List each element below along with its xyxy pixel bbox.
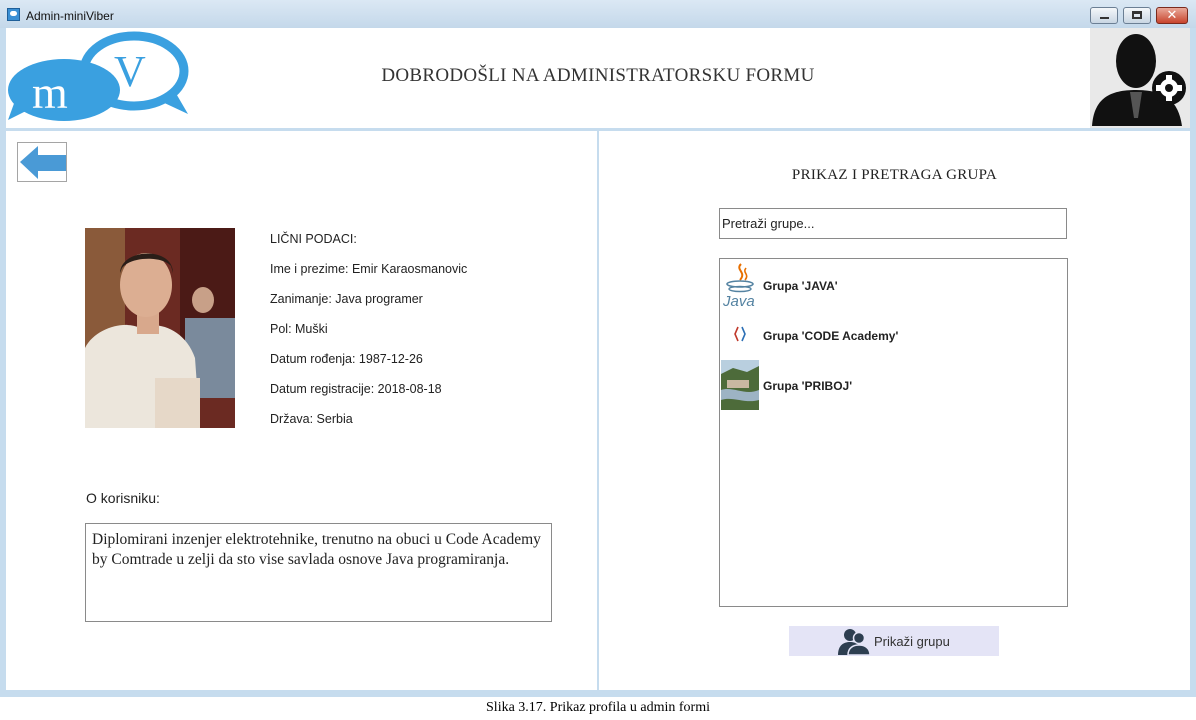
group-label: Grupa 'CODE Academy' xyxy=(763,329,899,343)
show-group-button[interactable]: Prikaži grupu xyxy=(789,626,999,656)
country-field: Država: Serbia xyxy=(270,412,353,426)
window-title: Admin-miniViber xyxy=(26,9,114,23)
admin-avatar xyxy=(1090,28,1190,128)
groups-panel: PRIKAZ I PRETRAGA GRUPA Java Grupa 'JAVA… xyxy=(599,131,1190,690)
svg-text:Java: Java xyxy=(722,293,755,310)
close-icon: ✕ xyxy=(1166,8,1178,23)
group-label: Grupa 'JAVA' xyxy=(763,279,838,293)
figure-caption: Slika 3.17. Prikaz profila u admin formi xyxy=(486,700,710,715)
minimize-button[interactable] xyxy=(1090,7,1118,24)
arrow-left-icon xyxy=(20,146,66,179)
group-item-code-academy[interactable]: Grupa 'CODE Academy' xyxy=(721,310,1066,360)
minimize-icon xyxy=(1100,17,1109,19)
app-window: Admin-miniViber ✕ m V DOBRODOŠLI NA ADMI… xyxy=(0,0,1196,697)
page-title: DOBRODOŠLI NA ADMINISTRATORSKU FORMU xyxy=(381,65,815,86)
groups-title: PRIKAZ I PRETRAGA GRUPA xyxy=(791,167,998,183)
user-photo xyxy=(85,228,235,428)
gender-field: Pol: Muški xyxy=(270,322,328,336)
registration-date-field: Datum registracije: 2018-08-18 xyxy=(270,382,442,396)
group-search-input[interactable] xyxy=(719,208,1067,239)
group-users-icon xyxy=(838,629,871,655)
group-item-priboj[interactable]: Grupa 'PRIBOJ' xyxy=(721,360,1066,410)
priboj-photo-icon xyxy=(721,360,759,410)
maximize-icon xyxy=(1132,11,1142,19)
birth-date-field: Datum rođenja: 1987-12-26 xyxy=(270,352,423,366)
full-name-field: Ime i prezime: Emir Karaosmanovic xyxy=(270,262,468,276)
back-button[interactable] xyxy=(17,142,67,182)
group-list[interactable]: Java Grupa 'JAVA' Grupa 'CODE Academy' G… xyxy=(719,258,1068,607)
java-logo-icon: Java xyxy=(722,263,755,310)
title-bar: Admin-miniViber ✕ xyxy=(0,0,1196,28)
show-group-label: Prikaži grupu xyxy=(874,634,950,649)
code-academy-icon xyxy=(734,326,746,342)
group-label: Grupa 'PRIBOJ' xyxy=(763,379,853,393)
close-button[interactable]: ✕ xyxy=(1156,7,1188,24)
occupation-field: Zanimanje: Java programer xyxy=(270,292,423,306)
profile-panel: LIČNI PODACI: Ime i prezime: Emir Karaos… xyxy=(6,131,597,690)
about-user-label: O korisniku: xyxy=(86,490,160,506)
maximize-button[interactable] xyxy=(1123,7,1151,24)
header: m V DOBRODOŠLI NA ADMINISTRATORSKU FORMU xyxy=(6,28,1190,128)
about-user-textarea[interactable]: Diplomirani inzenjer elektrotehnike, tre… xyxy=(85,523,552,622)
admin-settings-icon xyxy=(1092,34,1186,126)
app-icon xyxy=(7,8,20,21)
personal-data-heading: LIČNI PODACI: xyxy=(270,232,357,246)
group-item-java[interactable]: Java Grupa 'JAVA' xyxy=(721,260,1066,310)
